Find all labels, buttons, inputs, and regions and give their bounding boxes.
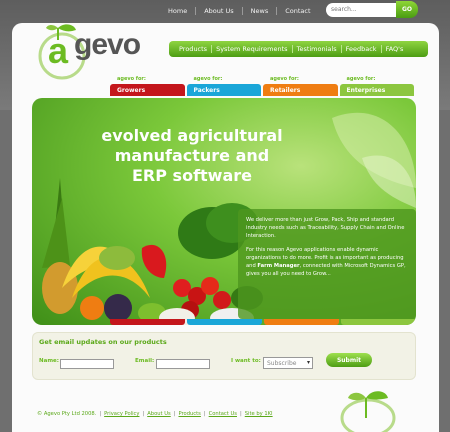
search-go-button[interactable]: GO (396, 1, 418, 18)
want-label: I want to: (231, 358, 261, 364)
subnav-testimonials[interactable]: Testimonials (293, 45, 342, 53)
category-tabs: agevo for: Growers agevo for: Packers ag… (110, 76, 416, 98)
separator: | (99, 411, 102, 417)
footer-about-us[interactable]: About Us (147, 411, 171, 417)
tab-label: Retailers (263, 84, 338, 96)
footer-products[interactable]: Products (178, 411, 200, 417)
tab-label: Growers (110, 84, 185, 96)
chevron-down-icon: ▾ (306, 359, 310, 366)
subscribe-select[interactable]: Subscribe ▾ (263, 357, 313, 369)
nav-home[interactable]: Home (160, 7, 197, 15)
top-navigation: Home About Us News Contact (160, 4, 319, 18)
subnav-system-requirements[interactable]: System Requirements (212, 45, 293, 53)
footer-site-by[interactable]: Site by 1KI (245, 411, 273, 417)
nav-about-us[interactable]: About Us (196, 7, 243, 15)
tab-label: Packers (186, 84, 261, 96)
submit-button[interactable]: Submit (326, 353, 372, 367)
subnav-faqs[interactable]: FAQ's (382, 45, 408, 53)
logo-text: gevo (74, 28, 141, 61)
tab-enterprises[interactable]: agevo for: Enterprises (339, 76, 414, 98)
hero-bottom-strip (110, 319, 416, 325)
sprout-icon (340, 391, 396, 432)
tab-prefix: agevo for: (270, 76, 299, 82)
nav-contact[interactable]: Contact (277, 7, 318, 15)
hero-title-line3: ERP software (132, 166, 252, 185)
newsletter-form: Get email updates on our products Name: … (32, 332, 416, 380)
tab-label: Enterprises (339, 84, 414, 96)
name-field[interactable] (60, 359, 114, 369)
separator: | (173, 411, 176, 417)
separator: | (142, 411, 145, 417)
hero-banner: evolved agricultural manufacture and ERP… (32, 98, 416, 325)
logo-letter-a: a (48, 30, 69, 71)
farm-manager-text: Farm Manager (257, 263, 300, 269)
hero-paragraph-1: We deliver more than just Grow, Pack, Sh… (246, 217, 405, 239)
hero-description-box: We deliver more than just Grow, Pack, Sh… (238, 209, 416, 319)
search-box: GO (326, 1, 418, 18)
tab-prefix: agevo for: (193, 76, 223, 82)
hero-title: evolved agricultural manufacture and ERP… (82, 126, 302, 186)
search-input[interactable] (326, 2, 396, 17)
nav-news[interactable]: News (243, 7, 278, 15)
subscribe-select-value: Subscribe (267, 359, 297, 367)
footer-contact-us[interactable]: Contact Us (209, 411, 237, 417)
separator: | (203, 411, 206, 417)
sub-navigation: Products System Requirements Testimonial… (169, 41, 428, 57)
tab-packers[interactable]: agevo for: Packers (186, 76, 261, 98)
email-field[interactable] (156, 359, 210, 369)
hero-title-line2: manufacture and (114, 146, 270, 165)
subnav-feedback[interactable]: Feedback (342, 45, 382, 53)
tab-growers[interactable]: agevo for: Growers (110, 76, 185, 98)
footer-privacy-policy[interactable]: Privacy Policy (104, 411, 139, 417)
separator: | (239, 411, 242, 417)
name-label: Name: (39, 358, 59, 364)
tab-prefix: agevo for: (117, 76, 146, 82)
tab-retailers[interactable]: agevo for: Retailers (263, 76, 338, 98)
newsletter-heading: Get email updates on our products (39, 338, 167, 346)
hero-paragraph-2: For this reason Agevo applications enabl… (246, 246, 408, 278)
tab-prefix: agevo for: (346, 76, 376, 82)
copyright: © Agevo Pty Ltd 2008. (37, 411, 97, 417)
hero-title-line1: evolved agricultural (101, 126, 283, 145)
email-label: Email: (135, 358, 155, 364)
footer: © Agevo Pty Ltd 2008. | Privacy Policy |… (37, 411, 273, 417)
subnav-products[interactable]: Products (175, 45, 213, 53)
agevo-logo[interactable]: a gevo (34, 22, 164, 80)
